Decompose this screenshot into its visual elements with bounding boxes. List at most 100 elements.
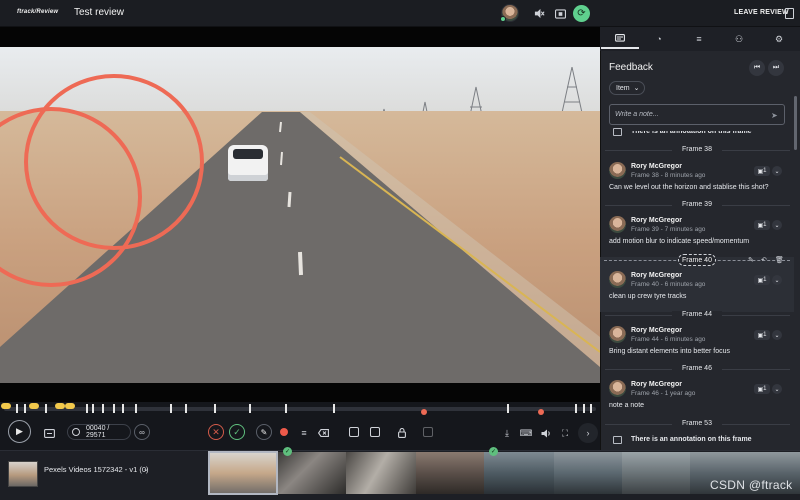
playhead-marker[interactable] bbox=[421, 409, 427, 415]
media-thumbnail[interactable] bbox=[8, 461, 38, 487]
timeline-tick[interactable] bbox=[86, 404, 88, 413]
lock-icon[interactable] bbox=[392, 423, 412, 443]
fullscreen-icon[interactable]: ⛶ bbox=[555, 423, 575, 443]
check-badge-icon: ✓ bbox=[489, 447, 498, 456]
current-frame-pill[interactable]: Frame 40 bbox=[678, 254, 716, 266]
annotation-count-badge[interactable]: ▣ 1 bbox=[754, 166, 770, 176]
download-icon[interactable]: ⤓ bbox=[497, 423, 517, 443]
video-viewer[interactable] bbox=[0, 27, 600, 402]
timeline-tick[interactable] bbox=[92, 404, 94, 413]
filmstrip-frame[interactable] bbox=[622, 452, 690, 494]
timeline-tick[interactable] bbox=[285, 404, 287, 413]
annotation-marker[interactable] bbox=[29, 403, 39, 409]
comment-meta: Frame 44 - 6 minutes ago bbox=[631, 336, 706, 343]
screen-share-icon[interactable] bbox=[553, 6, 568, 21]
frame-label[interactable]: Frame 44 bbox=[672, 311, 722, 318]
note-input[interactable]: Write a note... bbox=[609, 104, 785, 125]
timeline-tick[interactable] bbox=[214, 404, 216, 413]
feedback-tab-icon[interactable] bbox=[601, 29, 639, 49]
chevron-down-icon[interactable]: ⌄ bbox=[772, 166, 782, 176]
volume-icon[interactable] bbox=[536, 423, 556, 443]
bookmark-icon[interactable] bbox=[785, 8, 794, 19]
timeline-tick[interactable] bbox=[583, 404, 585, 413]
chevron-down-icon[interactable]: ⌄ bbox=[772, 275, 782, 285]
annotation-count-badge[interactable]: ▣ 1 bbox=[754, 275, 770, 285]
annotation-count-badge[interactable]: ▣ 1 bbox=[754, 330, 770, 340]
leave-review-button[interactable]: LEAVE REVIEW bbox=[734, 9, 789, 16]
filmstrip-frame[interactable] bbox=[554, 452, 622, 494]
filmstrip-frame[interactable] bbox=[346, 452, 416, 494]
chevron-down-icon[interactable]: ⌄ bbox=[772, 220, 782, 230]
timeline-tick[interactable] bbox=[507, 404, 509, 413]
chevron-right-icon[interactable]: › bbox=[578, 423, 598, 443]
people-tab-icon[interactable]: ⚇ bbox=[720, 29, 758, 49]
reject-button[interactable]: ✕ bbox=[208, 424, 224, 440]
chevron-down-icon[interactable]: ⌄ bbox=[772, 330, 782, 340]
ftrack-logo[interactable]: ftrack/Review bbox=[17, 9, 58, 15]
filmstrip-frame[interactable] bbox=[484, 452, 554, 494]
frame-label[interactable]: Frame 46 bbox=[672, 365, 722, 372]
comment-author: Rory McGregor bbox=[631, 163, 682, 170]
comment-meta: Frame 38 - 8 minutes ago bbox=[631, 172, 706, 179]
eraser-icon[interactable] bbox=[313, 423, 333, 443]
next-note-icon[interactable]: ⏭ bbox=[768, 60, 784, 76]
timeline-tick[interactable] bbox=[575, 404, 577, 413]
previous-note-icon[interactable]: ⏮ bbox=[749, 60, 765, 76]
split-view-icon[interactable] bbox=[370, 427, 380, 437]
annotation-marker[interactable] bbox=[55, 403, 65, 409]
reply-icon[interactable]: ↶ bbox=[761, 256, 767, 264]
timeline-tick[interactable] bbox=[113, 404, 115, 413]
timeline-tick[interactable] bbox=[122, 404, 124, 413]
comment-avatar bbox=[609, 216, 626, 233]
annotation-marker[interactable] bbox=[1, 403, 11, 409]
comment-text: add motion blur to indicate speed/moment… bbox=[609, 238, 750, 245]
panel-scrollbar[interactable] bbox=[794, 96, 797, 150]
panel-title: Feedback bbox=[609, 62, 653, 73]
layout-icon[interactable] bbox=[349, 427, 359, 437]
timeline-tick[interactable] bbox=[24, 404, 26, 413]
compare-icon[interactable] bbox=[39, 423, 59, 443]
sync-icon[interactable]: ⟳ bbox=[573, 5, 590, 22]
chevron-down-icon[interactable]: ⌄ bbox=[143, 465, 149, 473]
annotation-notice: There is an annotation on this frame bbox=[631, 436, 752, 443]
timeline-tick[interactable] bbox=[102, 404, 104, 413]
playhead-marker[interactable] bbox=[538, 409, 544, 415]
timeline-tick[interactable] bbox=[333, 404, 335, 413]
filmstrip-frame[interactable] bbox=[416, 452, 484, 494]
line-width-icon[interactable]: ≡ bbox=[294, 423, 314, 443]
send-icon[interactable]: ➤ bbox=[771, 111, 778, 120]
clock-icon bbox=[72, 428, 80, 436]
frame-label[interactable]: Frame 39 bbox=[672, 201, 722, 208]
annotations-tab-icon[interactable]: ◔ bbox=[640, 29, 678, 49]
comment-meta: Frame 39 - 7 minutes ago bbox=[631, 226, 706, 233]
annotation-marker[interactable] bbox=[65, 403, 75, 409]
play-button[interactable]: ▶ bbox=[8, 420, 31, 443]
keyboard-icon[interactable]: ⌨ bbox=[516, 423, 536, 443]
pen-tool-icon[interactable]: ✎ bbox=[256, 424, 272, 440]
annotation-count-badge[interactable]: ▣ 1 bbox=[754, 384, 770, 394]
annotation-circle[interactable] bbox=[24, 74, 204, 250]
filter-dropdown[interactable]: Item ⌄ bbox=[609, 81, 645, 95]
annotation-count: 1 bbox=[763, 168, 767, 174]
timeline-tick[interactable] bbox=[590, 404, 592, 413]
timeline-tick[interactable] bbox=[185, 404, 187, 413]
settings-tab-icon[interactable]: ⚙ bbox=[760, 29, 798, 49]
frame-label[interactable]: Frame 53 bbox=[672, 420, 722, 427]
annotation-count-badge[interactable]: ▣ 1 bbox=[754, 220, 770, 230]
timeline-tick[interactable] bbox=[170, 404, 172, 413]
mute-icon[interactable] bbox=[532, 6, 547, 21]
loop-icon[interactable]: ∞ bbox=[134, 424, 150, 440]
frame-label[interactable]: Frame 38 bbox=[672, 146, 722, 153]
timeline-tick[interactable] bbox=[45, 404, 47, 413]
edit-icon[interactable]: ✎ bbox=[748, 256, 754, 264]
timeline-tick[interactable] bbox=[16, 404, 18, 413]
color-picker[interactable] bbox=[280, 428, 288, 436]
chevron-down-icon[interactable]: ⌄ bbox=[772, 384, 782, 394]
timeline-tick[interactable] bbox=[135, 404, 137, 413]
delete-icon[interactable]: 🗑 bbox=[775, 256, 784, 264]
filmstrip-frame[interactable] bbox=[278, 452, 346, 494]
timeline-tick[interactable] bbox=[249, 404, 251, 413]
chevron-down-icon: ⌄ bbox=[633, 85, 640, 92]
playlist-tab-icon[interactable]: ≡ bbox=[680, 29, 718, 49]
approve-button[interactable]: ✓ bbox=[229, 424, 245, 440]
